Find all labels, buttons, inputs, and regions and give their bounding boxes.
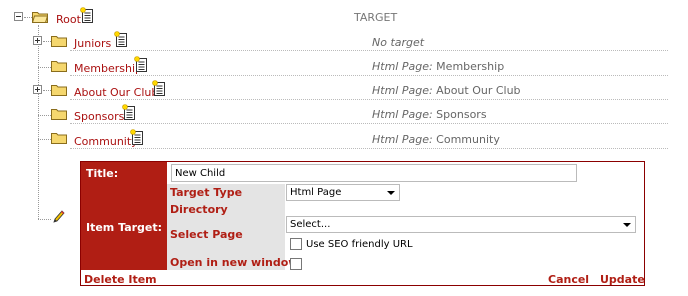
node-target: Html Page: About Our Club (372, 84, 521, 97)
new-page-icon[interactable] (122, 104, 136, 120)
node-target: Html Page: Sponsors (372, 108, 487, 121)
target-prefix: Html Page: (372, 133, 433, 146)
new-page-icon[interactable] (152, 80, 166, 96)
item-target-label: Item Target: (81, 184, 167, 270)
tree-node-sponsors[interactable]: Sponsors (74, 110, 124, 123)
open-new-window-checkbox[interactable] (290, 258, 302, 270)
target-type-label: Target Type (170, 186, 243, 199)
tree-node-community[interactable]: Community (74, 135, 138, 148)
tree-guide-line (38, 25, 39, 219)
target-value: Membership (432, 60, 505, 73)
seo-friendly-checkbox[interactable] (290, 238, 302, 250)
tree-connector (43, 90, 51, 91)
target-value: About Our Club (432, 84, 521, 97)
new-page-icon[interactable] (134, 56, 148, 72)
folder-icon (51, 109, 67, 120)
folder-icon (51, 133, 67, 144)
new-page-icon[interactable] (80, 7, 94, 23)
dropdown-arrow-icon (387, 191, 395, 195)
node-target: Html Page: Community (372, 133, 500, 146)
edit-item-panel: Title: Item Target: Target Type Director… (80, 161, 645, 286)
target-value: Sponsors (432, 108, 487, 121)
open-new-window-label: Open in new window (170, 256, 299, 269)
folder-icon (51, 61, 67, 72)
new-page-icon[interactable] (114, 31, 128, 47)
select-page-label: Select Page (170, 228, 243, 241)
folder-icon (51, 85, 67, 96)
target-prefix: Html Page: (372, 84, 433, 97)
expand-about-our-club-toggle[interactable] (33, 85, 42, 94)
target-prefix: Html Page: (372, 60, 433, 73)
folder-open-icon (32, 12, 48, 23)
target-prefix: Html Page: (372, 108, 433, 121)
node-target: Html Page: Membership (372, 60, 504, 73)
tree-node-membership[interactable]: Membership (74, 62, 142, 75)
tree-connector (38, 115, 51, 116)
target-column-header: TARGET (354, 11, 398, 24)
dropdown-arrow-icon (623, 223, 631, 227)
select-page-value: Select... (290, 219, 331, 230)
tree-connector (24, 17, 32, 18)
pencil-edit-icon (53, 210, 65, 223)
tree-node-about-our-club[interactable]: About Our Club (74, 86, 158, 99)
expand-juniors-toggle[interactable] (33, 36, 42, 45)
target-value: Community (432, 133, 500, 146)
cancel-button[interactable]: Cancel (548, 273, 589, 286)
row-divider (70, 99, 668, 100)
row-divider (70, 75, 668, 76)
seo-friendly-label: Use SEO friendly URL (306, 239, 413, 250)
tree-connector (38, 67, 51, 68)
title-input[interactable] (171, 164, 577, 182)
row-divider (70, 123, 668, 124)
update-button[interactable]: Update (600, 273, 645, 286)
delete-item-button[interactable]: Delete Item (84, 273, 157, 286)
title-label: Title: (81, 162, 167, 184)
tree-connector (38, 139, 51, 140)
row-divider (70, 50, 668, 51)
target-type-value: Html Page (290, 187, 342, 198)
collapse-root-toggle[interactable] (14, 12, 23, 21)
tree-node-juniors[interactable]: Juniors (74, 37, 111, 50)
row-divider (70, 148, 668, 149)
select-page-select[interactable]: Select... (286, 216, 636, 233)
tree-connector (38, 219, 51, 220)
node-target: No target (372, 36, 424, 49)
folder-icon (51, 36, 67, 47)
target-type-select[interactable]: Html Page (286, 184, 400, 201)
new-page-icon[interactable] (130, 129, 144, 145)
directory-label: Directory (170, 203, 228, 216)
tree-node-root[interactable]: Root (56, 13, 81, 26)
tree-connector (43, 41, 51, 42)
target-value: No target (372, 36, 425, 49)
